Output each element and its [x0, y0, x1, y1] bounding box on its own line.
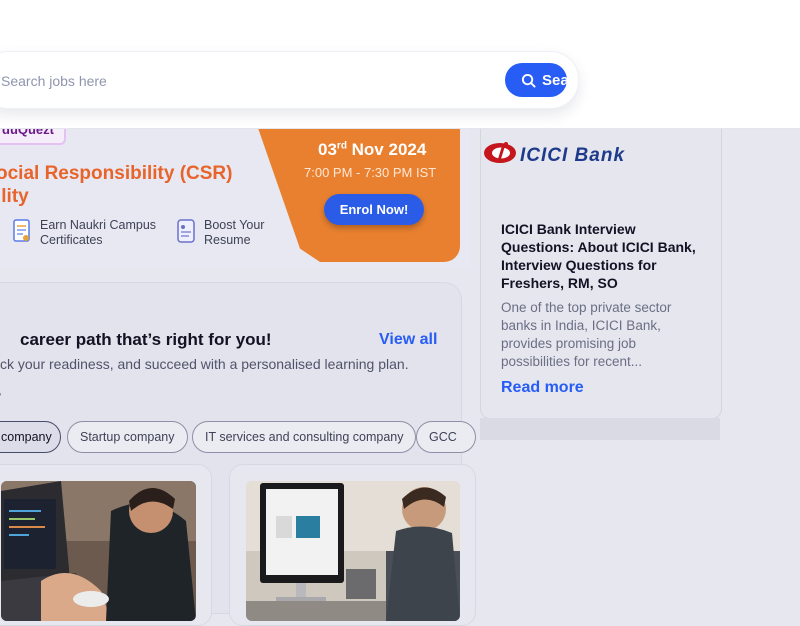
promo-banner[interactable]: duQuezt ocial Responsibility (CSR) ility…	[0, 128, 470, 268]
course-image	[246, 481, 460, 621]
chip-it-services-company[interactable]: IT services and consulting company	[192, 421, 417, 453]
resume-icon	[177, 219, 195, 243]
career-section-subtitle: ck your readiness, and succeed with a pe…	[0, 356, 409, 372]
event-date-suffix: rd	[336, 140, 347, 152]
course-card[interactable]	[229, 464, 476, 626]
feature-resume-label: Boost Your Resume	[204, 218, 265, 247]
article-title[interactable]: ICICI Bank Interview Questions: About IC…	[501, 220, 706, 292]
event-date-day: 03	[318, 140, 337, 159]
svg-text:ICICI Bank: ICICI Bank	[520, 145, 625, 166]
chip-company[interactable]: company	[0, 421, 61, 453]
enrol-now-button[interactable]: Enrol Now!	[324, 194, 424, 225]
feature-resume: Boost Your Resume	[176, 218, 264, 248]
article-description: One of the top private sector banks in I…	[501, 300, 672, 369]
laptop-coding-illustration	[1, 481, 196, 621]
search-bar: Sea	[0, 51, 579, 109]
event-time: 7:00 PM - 7:30 PM IST	[304, 165, 437, 180]
filter-label: y	[0, 388, 1, 404]
course-image	[1, 481, 196, 621]
search-icon	[521, 73, 536, 88]
search-button-label: Sea	[542, 71, 567, 89]
certificate-icon	[13, 219, 30, 242]
event-date: 03rd Nov 2024	[318, 140, 426, 160]
career-section-title: career path that’s right for you!	[20, 330, 272, 349]
read-more-link[interactable]: Read more	[501, 379, 584, 397]
event-date-rest: Nov 2024	[346, 140, 427, 159]
banner-title: ocial Responsibility (CSR) ility	[0, 162, 256, 208]
article-card-footer	[480, 418, 720, 440]
search-button[interactable]: Sea	[505, 63, 567, 97]
feature-certificates: Earn Naukri Campus Certificates	[12, 218, 156, 248]
banner-title-text: ocial Responsibility (CSR) ility	[0, 163, 233, 207]
search-input[interactable]	[0, 68, 473, 94]
banner-tag: duQuezt	[0, 128, 66, 145]
chip-gcc[interactable]: GCC	[416, 421, 476, 453]
view-all-link[interactable]: View all	[379, 331, 437, 349]
icici-bank-logo: ICICI Bank	[484, 142, 625, 166]
course-card[interactable]	[0, 464, 212, 626]
chip-startup-company[interactable]: Startup company	[67, 421, 188, 453]
feature-certificates-label: Earn Naukri Campus Certificates	[40, 218, 157, 247]
office-monitor-illustration	[246, 481, 460, 621]
header: Sea	[0, 0, 800, 129]
